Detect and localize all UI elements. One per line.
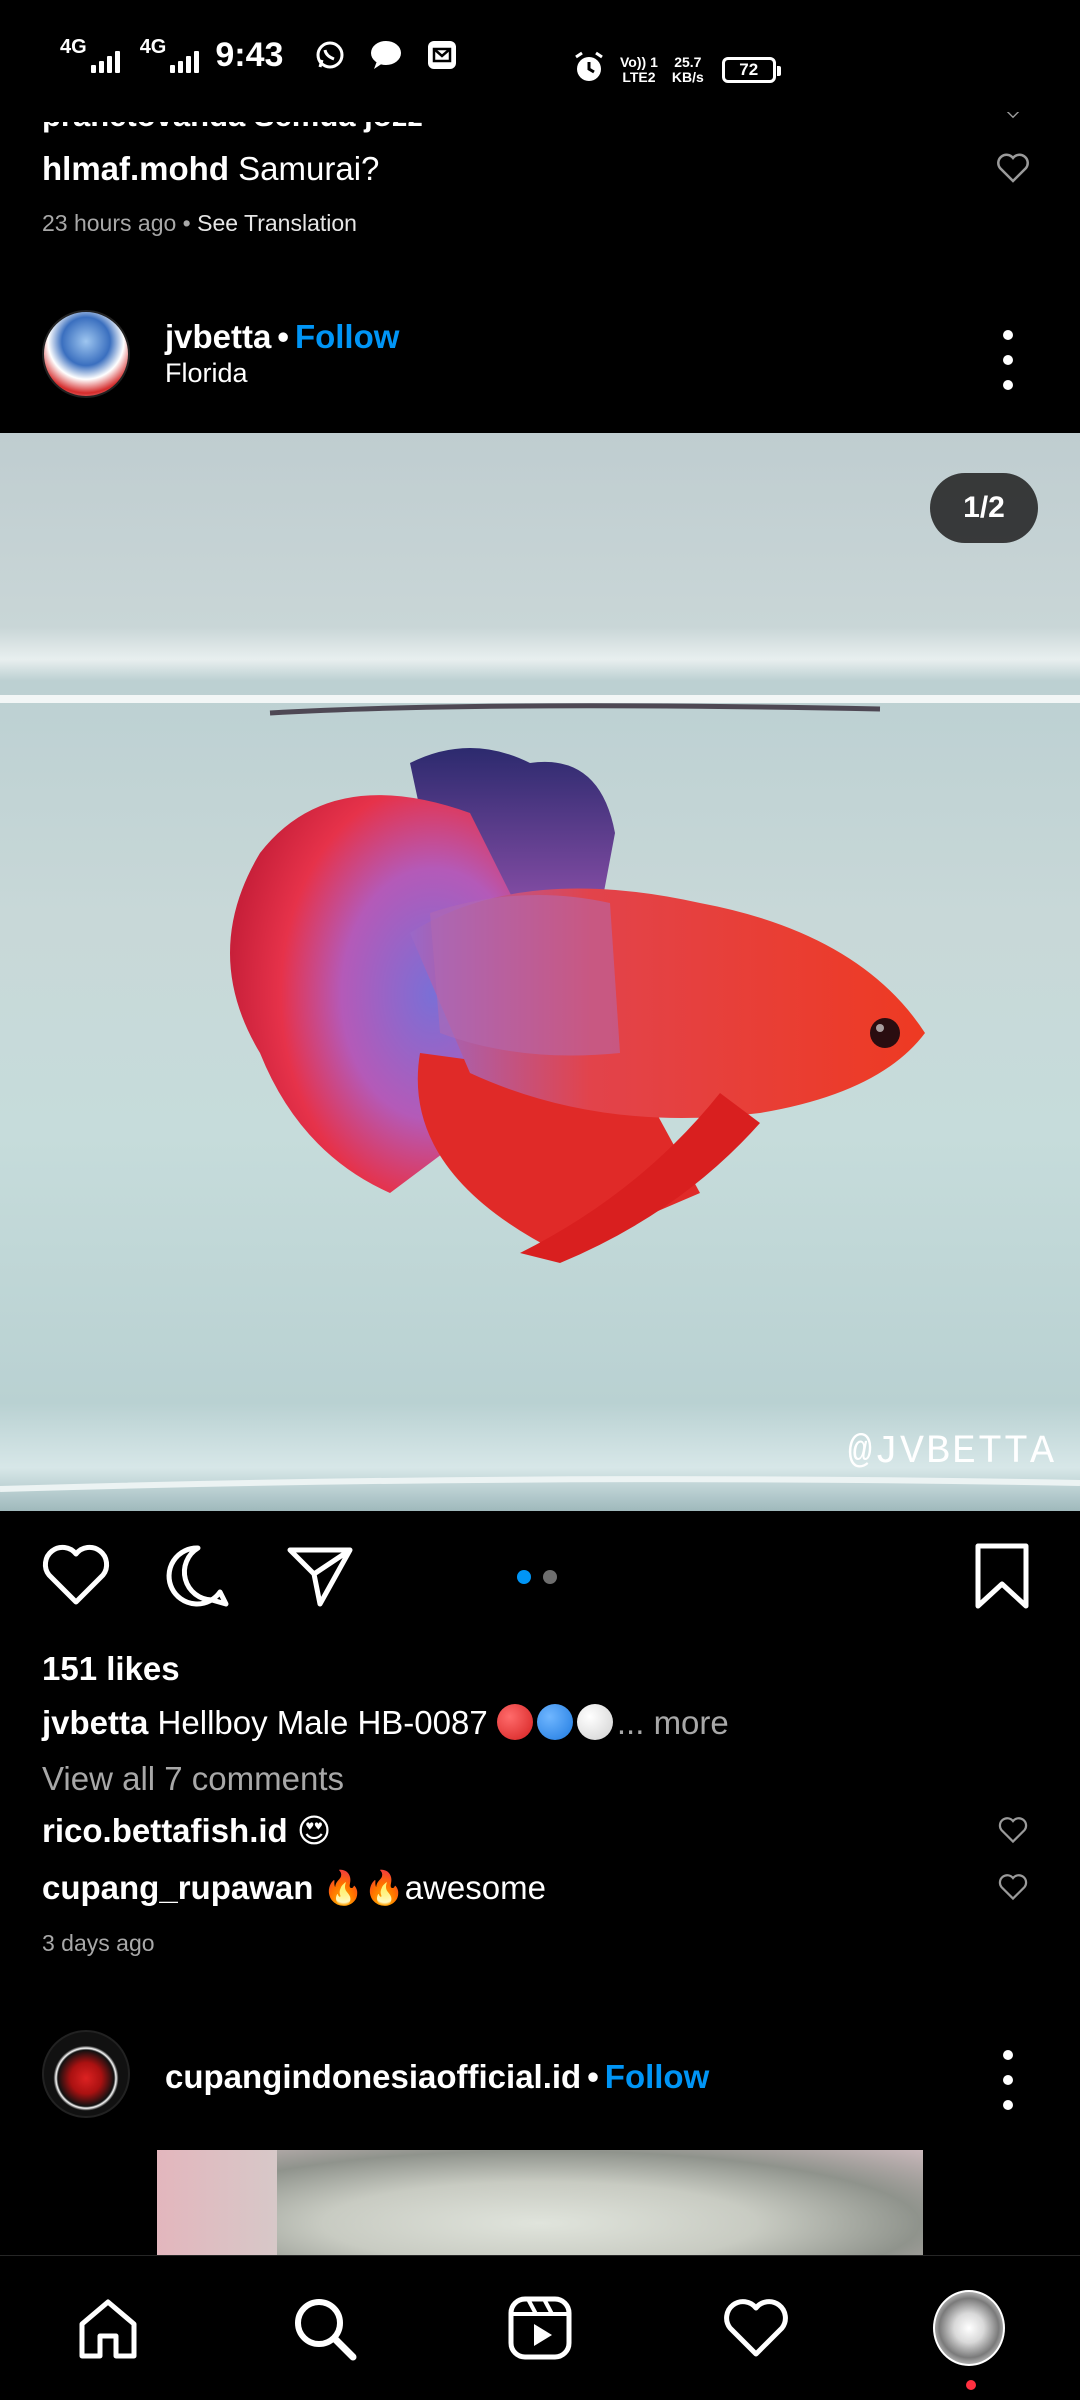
betta-fish-photo — [0, 695, 1080, 1492]
post-caption: jvbetta Hellboy Male HB-0087 ... more — [42, 1702, 729, 1744]
follow-button[interactable]: Follow — [605, 2058, 709, 2095]
follow-button[interactable]: Follow — [295, 318, 399, 355]
caption-text: Hellboy Male HB-0087 — [157, 1704, 488, 1741]
caption-more-link[interactable]: ... more — [617, 1704, 729, 1741]
carousel-dot-active — [517, 1570, 531, 1584]
network-type-1: 4G — [60, 36, 87, 58]
comment-meta: 23 hours ago • See Translation — [42, 210, 357, 237]
header-separator: • — [587, 2058, 599, 2095]
like-count[interactable]: 151 likes — [42, 1650, 180, 1688]
header-separator: • — [277, 318, 289, 355]
caption-username[interactable]: jvbetta — [42, 1704, 148, 1741]
view-all-comments-link[interactable]: View all 7 comments — [42, 1760, 344, 1798]
comment-text: 😍 — [296, 1812, 332, 1849]
blue-circle-emoji — [536, 1704, 573, 1740]
post-image[interactable]: 1/2 @JVBETTA — [0, 433, 1080, 1511]
activity-heart-icon[interactable] — [720, 2292, 792, 2364]
comment-row: hlmaf.mohd Samurai? — [42, 148, 379, 190]
bookmark-save-icon[interactable] — [966, 1540, 1038, 1612]
comment-username[interactable]: rico.bettafish.id — [42, 1812, 288, 1849]
comment-time: 23 hours ago — [42, 210, 177, 236]
volte-indicator: Vo)) 1 LTE2 — [620, 53, 658, 85]
post-action-bar — [0, 1540, 1080, 1620]
comment-username[interactable]: hlmaf.mohd — [42, 150, 229, 187]
red-circle-emoji — [496, 1704, 533, 1740]
post-header: jvbetta • Follow Florida — [0, 300, 1080, 410]
carousel-dot — [543, 1570, 557, 1584]
carousel-dots — [517, 1570, 557, 1584]
post-author-avatar[interactable] — [42, 310, 130, 398]
battery-level: 72 — [739, 59, 759, 79]
notification-dot — [966, 2380, 976, 2390]
battery-icon: 72 — [721, 56, 781, 83]
reels-icon[interactable] — [504, 2292, 576, 2364]
comment-like-heart-icon[interactable] — [995, 150, 1031, 186]
carousel-counter: 1/2 — [930, 473, 1038, 543]
like-heart-icon[interactable] — [40, 1540, 112, 1612]
network-speed: 25.7 KB/s — [671, 53, 704, 85]
home-icon[interactable] — [72, 2292, 144, 2364]
comment-icon[interactable] — [162, 1540, 234, 1612]
more-options-icon[interactable] — [996, 2050, 1020, 2110]
comment-row: rico.bettafish.id 😍 — [42, 1810, 331, 1852]
bottom-navigation — [0, 2255, 1080, 2400]
message-bubble-icon — [369, 38, 403, 72]
comment-like-heart-icon[interactable] — [997, 1871, 1029, 1903]
next-post-username[interactable]: cupangindonesiaofficial.id — [165, 2058, 581, 2095]
post-time: 3 days ago — [42, 1930, 155, 1956]
white-circle-emoji — [576, 1704, 613, 1740]
whatsapp-icon — [313, 38, 347, 72]
comment-like-heart-icon[interactable] — [997, 1814, 1029, 1846]
comment-username[interactable]: cupang_rupawan — [42, 1869, 313, 1906]
network-type-2: 4G — [139, 36, 167, 58]
search-icon[interactable] — [288, 2292, 360, 2364]
meta-separator: • — [182, 210, 191, 236]
status-bar: 4G 4G 9:43 Vo)) 1 LTE2 25.7 KB/s 72 — [0, 0, 1080, 110]
post-location[interactable]: Florida — [165, 358, 399, 389]
next-post-header: cupangindonesiaofficial.id • Follow — [0, 2020, 1080, 2130]
next-post-author-avatar[interactable] — [42, 2030, 130, 2118]
see-translation-link[interactable]: See Translation — [197, 210, 357, 236]
alarm-icon — [572, 50, 606, 89]
comment-row: cupang_rupawan 🔥🔥awesome — [42, 1867, 546, 1909]
comment-text: Samurai? — [238, 150, 380, 187]
image-watermark: @JVBETTA — [847, 1430, 1056, 1475]
post-author-username[interactable]: jvbetta — [165, 318, 271, 355]
signal-sim1: 4G — [60, 37, 120, 73]
comment-text: 🔥🔥awesome — [322, 1869, 546, 1906]
profile-avatar[interactable] — [933, 2290, 1005, 2366]
signal-sim2: 4G — [140, 37, 200, 73]
next-post-image[interactable] — [157, 2150, 923, 2255]
share-send-icon[interactable] — [284, 1540, 356, 1612]
mail-app-icon — [425, 38, 459, 72]
clock: 9:43 — [215, 35, 284, 74]
more-options-icon[interactable] — [996, 330, 1020, 390]
